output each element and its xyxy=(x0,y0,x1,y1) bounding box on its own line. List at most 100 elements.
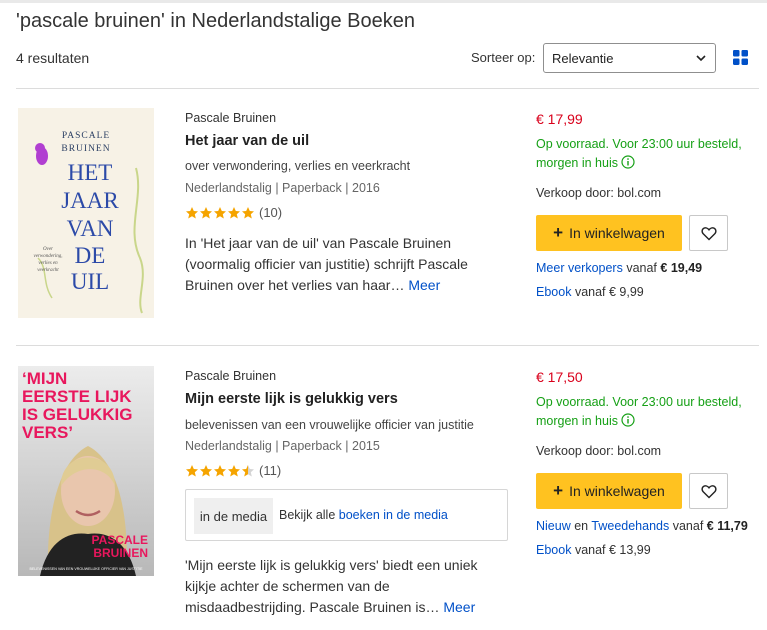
product-title[interactable]: Het jaar van de uil xyxy=(185,133,309,149)
top-border xyxy=(0,0,767,3)
heart-icon xyxy=(700,484,717,498)
offers-price: € 19,49 xyxy=(660,261,703,275)
more-sellers-link[interactable]: Meer verkopers xyxy=(536,261,623,275)
star-icon xyxy=(186,206,198,218)
info-icon[interactable] xyxy=(621,413,636,427)
svg-text:veerkracht: veerkracht xyxy=(37,268,59,273)
svg-text:verwondering,: verwondering, xyxy=(33,254,62,259)
product-author[interactable]: Pascale Bruinen xyxy=(185,369,276,383)
star-icon xyxy=(200,206,212,218)
used-offers-link[interactable]: Tweedehands xyxy=(591,519,669,533)
svg-text:Over: Over xyxy=(43,247,53,252)
book-cover[interactable]: ‘MIJN EERSTE LIJK IS GELUKKIG VERS’ PASC… xyxy=(18,366,154,576)
ebook-link[interactable]: Ebook xyxy=(536,543,571,557)
product-description: 'Mijn eerste lijk is gelukkig vers' bied… xyxy=(185,555,505,618)
rating-stars xyxy=(185,206,255,220)
star-icon xyxy=(228,206,240,218)
result-count: 4 resultaten xyxy=(16,50,90,66)
divider xyxy=(16,345,759,346)
product-title[interactable]: Mijn eerste lijk is gelukkig vers xyxy=(185,391,398,407)
product-author[interactable]: Pascale Bruinen xyxy=(185,111,276,125)
ebook-price: vanaf € 13,99 xyxy=(574,543,651,557)
product-subtitle: over verwondering, verlies en veerkracht xyxy=(185,159,411,173)
page-title: 'pascale bruinen' in Nederlandstalige Bo… xyxy=(16,10,416,32)
svg-text:IS GELUKKIG: IS GELUKKIG xyxy=(22,405,133,424)
offers-from: vanaf xyxy=(672,519,704,533)
product-price: € 17,50 xyxy=(536,369,583,385)
star-icon xyxy=(242,464,254,476)
svg-text:PASCALE: PASCALE xyxy=(62,131,110,141)
stock-status: Op voorraad. Voor 23:00 uur besteld, mor… xyxy=(536,135,756,173)
product-description: In 'Het jaar van de uil' van Pascale Bru… xyxy=(185,233,505,296)
ebook-offer: Ebook vanaf € 13,99 xyxy=(536,543,651,557)
sort-label: Sorteer op: xyxy=(471,50,536,65)
info-icon[interactable] xyxy=(621,155,636,169)
description-text: 'Mijn eerste lijk is gelukkig vers' bied… xyxy=(185,557,478,615)
svg-text:BRUINEN: BRUINEN xyxy=(61,144,110,154)
new-offers-link[interactable]: Nieuw xyxy=(536,519,571,533)
star-icon xyxy=(200,464,212,476)
rating-stars xyxy=(185,464,255,478)
media-text-label: Bekijk alle xyxy=(279,508,336,522)
svg-text:DE: DE xyxy=(75,243,106,268)
star-icon xyxy=(228,464,240,476)
media-books-link[interactable]: boeken in de media xyxy=(339,508,448,522)
ebook-price: vanaf € 9,99 xyxy=(574,285,644,299)
product-meta: Nederlandstalig | Paperback | 2016 xyxy=(185,181,380,195)
plus-icon: + xyxy=(553,223,564,242)
offers-price: € 11,79 xyxy=(706,519,748,533)
more-link[interactable]: Meer xyxy=(408,277,440,293)
other-sellers: Meer verkopers vanaf € 19,49 xyxy=(536,261,702,275)
grid-view-icon[interactable] xyxy=(733,50,748,65)
rating-count: (11) xyxy=(259,463,282,478)
svg-text:VAN: VAN xyxy=(67,216,114,241)
stock-text: Op voorraad. Voor 23:00 uur besteld, mor… xyxy=(536,137,742,170)
product-rating[interactable]: (10) xyxy=(185,205,282,220)
heart-icon xyxy=(700,226,717,240)
product-rating[interactable]: (11) xyxy=(185,463,281,478)
sort-select-value: Relevantie xyxy=(552,51,614,66)
plus-icon: + xyxy=(553,481,564,500)
seller-info: Verkoop door: bol.com xyxy=(536,444,662,458)
svg-text:BELEVENISSEN VAN EEN VROUWELIJ: BELEVENISSEN VAN EEN VROUWELIJKE OFFICIE… xyxy=(29,567,143,571)
svg-text:VERS’: VERS’ xyxy=(22,423,73,442)
product-subtitle: belevenissen van een vrouwelijke officie… xyxy=(185,418,474,432)
star-icon xyxy=(186,464,198,476)
svg-text:PASCALE: PASCALE xyxy=(92,533,148,547)
svg-text:HET: HET xyxy=(68,160,113,185)
add-to-cart-button[interactable]: + In winkelwagen xyxy=(536,473,682,509)
offers-from: vanaf xyxy=(626,261,657,275)
product-meta: Nederlandstalig | Paperback | 2015 xyxy=(185,439,380,453)
star-icon xyxy=(214,464,226,476)
star-icon xyxy=(242,206,254,218)
stock-text: Op voorraad. Voor 23:00 uur besteld, mor… xyxy=(536,395,742,428)
wishlist-button[interactable] xyxy=(689,215,728,251)
book-cover-art: PASCALE BRUINEN HET JAAR VAN DE UIL Over… xyxy=(18,108,154,318)
divider xyxy=(16,88,759,89)
book-cover-art: ‘MIJN EERSTE LIJK IS GELUKKIG VERS’ PASC… xyxy=(18,366,154,576)
stock-status: Op voorraad. Voor 23:00 uur besteld, mor… xyxy=(536,393,756,431)
offers-and: en xyxy=(574,519,589,533)
svg-text:EERSTE LIJK: EERSTE LIJK xyxy=(22,387,132,406)
product-price: € 17,99 xyxy=(536,111,583,127)
add-to-cart-label: In winkelwagen xyxy=(569,225,665,241)
add-to-cart-label: In winkelwagen xyxy=(569,483,665,499)
sort-select[interactable]: Relevantie xyxy=(543,43,716,73)
ebook-link[interactable]: Ebook xyxy=(536,285,571,299)
svg-text:JAAR: JAAR xyxy=(61,188,119,213)
wishlist-button[interactable] xyxy=(689,473,728,509)
svg-text:‘MIJN: ‘MIJN xyxy=(22,369,67,388)
media-tag: in de media xyxy=(194,498,273,534)
ebook-offer: Ebook vanaf € 9,99 xyxy=(536,285,644,299)
svg-text:BRUINEN: BRUINEN xyxy=(93,546,148,560)
star-icon xyxy=(214,206,226,218)
more-link[interactable]: Meer xyxy=(443,599,475,615)
book-cover[interactable]: PASCALE BRUINEN HET JAAR VAN DE UIL Over… xyxy=(18,108,154,318)
rating-count: (10) xyxy=(259,205,283,220)
chevron-down-icon xyxy=(696,55,706,62)
svg-text:UIL: UIL xyxy=(71,269,109,294)
add-to-cart-button[interactable]: + In winkelwagen xyxy=(536,215,682,251)
media-text: Bekijk alle boeken in de media xyxy=(279,508,448,522)
seller-info: Verkoop door: bol.com xyxy=(536,186,662,200)
media-banner: in de media Bekijk alle boeken in de med… xyxy=(185,489,508,541)
